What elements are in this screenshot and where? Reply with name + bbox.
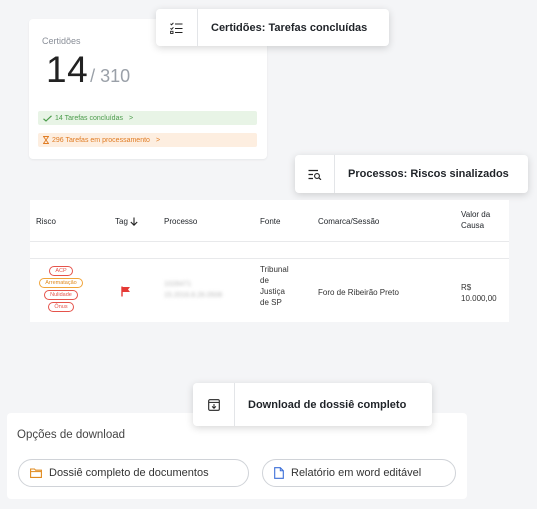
processos-table: Risco Tag Processo Fonte Comarca/Sessão … (30, 200, 509, 322)
risk-badges: ACP Arrematação Nulidade Ônus (39, 266, 83, 312)
download-dossie-button[interactable]: Dossiê completo de documentos (18, 459, 249, 487)
column-header-comarca[interactable]: Comarca/Sessão (318, 217, 379, 226)
download-dossie-label: Dossiê completo de documentos (49, 467, 209, 479)
download-relatorio-label: Relatório em word editável (291, 467, 422, 479)
flag-icon[interactable] (121, 286, 131, 297)
download-options-title: Opções de download (17, 429, 126, 441)
processo-number[interactable]: 1028471 15.2016.8.26.0506 (164, 279, 222, 301)
certidoes-done-count: 14 (46, 49, 89, 90)
table-divider (30, 258, 509, 259)
download-tooltip-text: Download de dossiê completo (248, 398, 407, 411)
risk-badge-acp: ACP (49, 266, 73, 276)
column-header-tag[interactable]: Tag (115, 217, 138, 226)
tarefas-processamento-link[interactable]: 296 Tarefas em processamento > (38, 133, 257, 147)
certidoes-tooltip-text: Certidões: Tarefas concluídas (211, 21, 368, 34)
tarefas-concluidas-link[interactable]: 14 Tarefas concluídas > (38, 111, 257, 125)
column-header-fonte[interactable]: Fonte (260, 217, 280, 226)
download-tooltip: Download de dossiê completo (193, 383, 432, 426)
table-divider (30, 241, 509, 242)
column-header-risco[interactable]: Risco (36, 217, 56, 226)
list-search-icon (295, 155, 335, 193)
certidoes-counter: 14 / 310 (46, 49, 130, 91)
folder-icon (30, 468, 42, 478)
risk-badge-nulidade: Nulidade (44, 290, 78, 300)
risk-badge-onus: Ônus (48, 302, 74, 312)
archive-download-icon (193, 383, 235, 426)
download-relatorio-button[interactable]: Relatório em word editável (262, 459, 456, 487)
tarefas-processamento-label: 296 Tarefas em processamento (52, 136, 150, 144)
column-header-valor[interactable]: Valor da Causa (461, 209, 490, 231)
processos-tooltip: Processos: Riscos sinalizados (295, 155, 528, 193)
certidoes-tooltip: Certidões: Tarefas concluídas (156, 9, 389, 46)
certidoes-total-count: / 310 (90, 66, 131, 86)
tarefas-concluidas-label: 14 Tarefas concluídas (55, 114, 123, 122)
comarca-cell: Foro de Ribeirão Preto (318, 288, 399, 297)
column-header-valor-line2: Causa (461, 221, 485, 230)
column-header-tag-label: Tag (115, 217, 128, 226)
chevron-right-icon: > (128, 114, 134, 122)
column-header-valor-line1: Valor da (461, 210, 491, 219)
valor-cell: R$ 10.000,00 (461, 283, 497, 303)
chevron-right-icon: > (155, 136, 161, 144)
check-icon (43, 114, 52, 122)
hourglass-icon (43, 136, 49, 144)
risk-badge-arrematacao: Arrematação (39, 278, 83, 288)
arrow-down-icon (130, 217, 138, 226)
column-header-processo[interactable]: Processo (164, 217, 197, 226)
document-icon (274, 467, 284, 479)
fonte-cell: Tribunal de Justiça de SP (260, 265, 289, 307)
checklist-icon (156, 9, 198, 46)
certidoes-label: Certidões (42, 36, 81, 46)
processos-tooltip-text: Processos: Riscos sinalizados (348, 168, 509, 180)
